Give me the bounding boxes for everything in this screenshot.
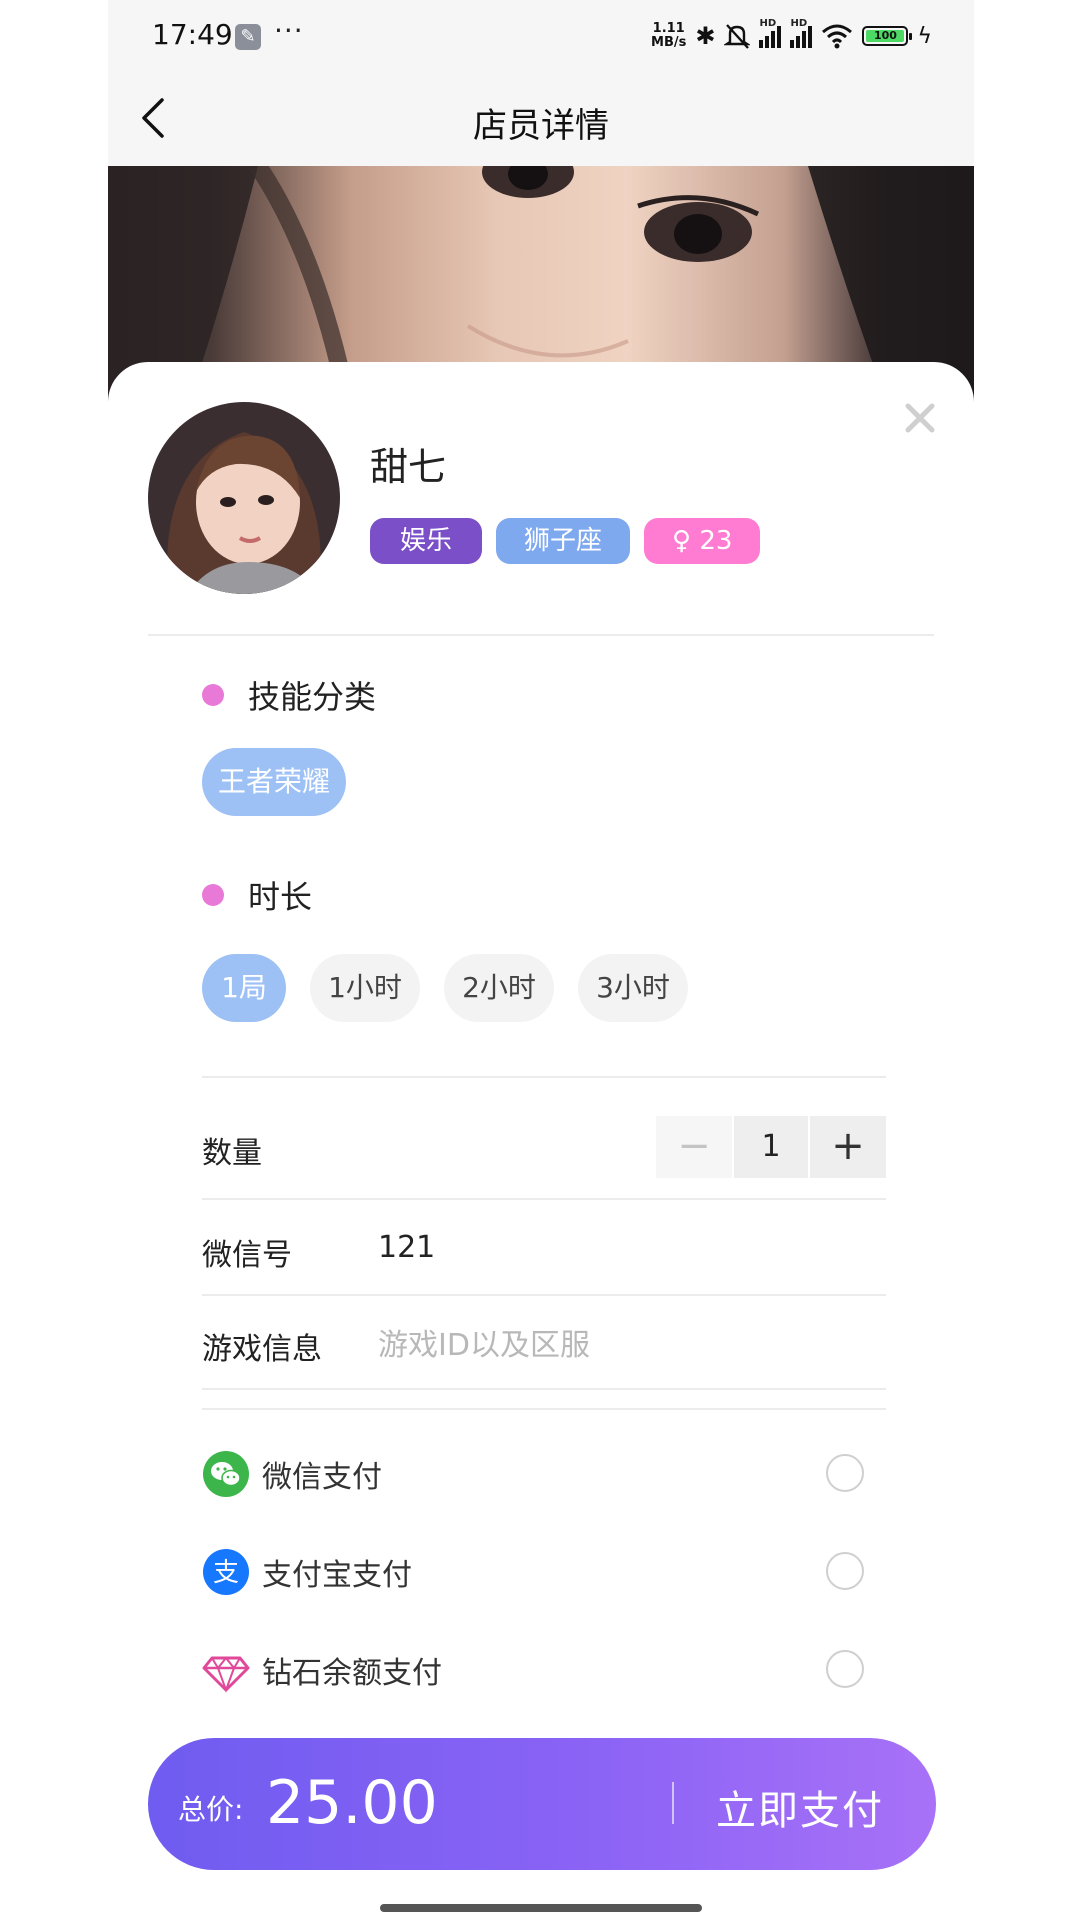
duration-option-2-hours[interactable]: 2小时 (444, 954, 554, 1022)
divider (202, 1408, 886, 1410)
duration-option-3-hours[interactable]: 3小时 (578, 954, 688, 1022)
minus-button[interactable]: − (656, 1116, 732, 1178)
payment-option-alipay[interactable]: 支 支付宝支付 (202, 1542, 886, 1602)
duration-option-1-round[interactable]: 1局 (202, 954, 286, 1022)
wechat-id-value[interactable]: 121 (378, 1230, 435, 1265)
divider (202, 1076, 886, 1078)
duration-option-1-hour[interactable]: 1小时 (310, 954, 420, 1022)
signal-2-icon: HD (790, 18, 813, 48)
payment-label: 微信支付 (262, 1460, 382, 1495)
zodiac-tag: 狮子座 (496, 518, 631, 564)
signal-1-icon: HD (759, 18, 782, 48)
section-dot-icon (202, 884, 224, 906)
skill-title-text: 技能分类 (248, 678, 377, 716)
clerk-name: 甜七 (370, 445, 447, 489)
network-speed: 1.11 MB/s (651, 21, 687, 50)
payment-option-wechat[interactable]: 微信支付 (202, 1444, 886, 1504)
section-dot-icon (202, 684, 224, 706)
mute-bell-icon (724, 24, 751, 49)
skill-section-title: 技能分类 (202, 672, 376, 718)
quantity-label: 数量 (202, 1136, 262, 1171)
bluetooth-icon: ✱ (695, 22, 716, 50)
alipay-icon: 支 (203, 1549, 249, 1595)
status-bar: 17:49 ✎ ··· 1.11 MB/s ✱ HD HD 100 ϟ (108, 0, 974, 72)
game-info-input[interactable] (372, 1320, 884, 1370)
plus-button[interactable]: + (810, 1116, 886, 1178)
alipay-radio[interactable] (826, 1552, 864, 1590)
skill-chip-honor-of-kings[interactable]: 王者荣耀 (202, 748, 346, 816)
wechat-pay-icon (203, 1451, 249, 1497)
pay-now-button[interactable]: 立即支付 (716, 1778, 884, 1836)
battery-icon: 100 (862, 26, 913, 46)
divider (202, 1294, 886, 1296)
gender-age-tag: ♀ 23 (644, 518, 761, 564)
battery-level: 100 (866, 30, 905, 42)
wrench-icon: ✎ (235, 24, 261, 50)
quantity-stepper: − 1 + (656, 1116, 886, 1178)
more-notifications: ··· (274, 14, 304, 47)
total-amount: 25.00 (266, 1768, 438, 1838)
diamond-icon (202, 1656, 250, 1693)
app-screen: 17:49 ✎ ··· 1.11 MB/s ✱ HD HD 100 ϟ 店员详情… (108, 0, 974, 1920)
close-icon[interactable] (902, 400, 938, 436)
total-label: 总价: (178, 1793, 244, 1826)
avatar-image (148, 402, 340, 594)
game-info-label: 游戏信息 (202, 1332, 322, 1367)
wechat-pay-radio[interactable] (826, 1454, 864, 1492)
profile-tags: 娱乐 狮子座 ♀ 23 (370, 518, 761, 564)
page-title: 店员详情 (473, 106, 609, 146)
payment-option-diamond[interactable]: 钻石余额支付 (202, 1640, 886, 1700)
avatar (148, 402, 340, 594)
category-tag: 娱乐 (370, 518, 483, 564)
wechat-id-label: 微信号 (202, 1238, 292, 1273)
checkout-bar: 总价: 25.00 立即支付 (148, 1738, 936, 1870)
wifi-icon (822, 24, 853, 49)
divider (202, 1388, 886, 1390)
top-navigation-bar: 店员详情 (108, 72, 974, 166)
divider (202, 1198, 886, 1200)
divider (672, 1782, 674, 1824)
charging-icon: ϟ (917, 23, 932, 49)
status-icons: 1.11 MB/s ✱ HD HD 100 ϟ (651, 18, 932, 54)
payment-label: 钻石余额支付 (262, 1656, 442, 1691)
status-time: 17:49 (152, 18, 233, 51)
duration-section-title: 时长 (202, 872, 312, 918)
quantity-value: 1 (734, 1116, 808, 1178)
svg-text:支: 支 (213, 1558, 239, 1588)
order-sheet: 甜七 娱乐 狮子座 ♀ 23 技能分类 王者荣耀 时长 1局 1小时 2小时 3… (108, 362, 974, 1902)
diamond-balance-radio[interactable] (826, 1650, 864, 1688)
home-indicator[interactable] (380, 1904, 702, 1912)
payment-label: 支付宝支付 (262, 1558, 412, 1593)
divider (148, 634, 934, 636)
duration-title-text: 时长 (248, 878, 313, 916)
